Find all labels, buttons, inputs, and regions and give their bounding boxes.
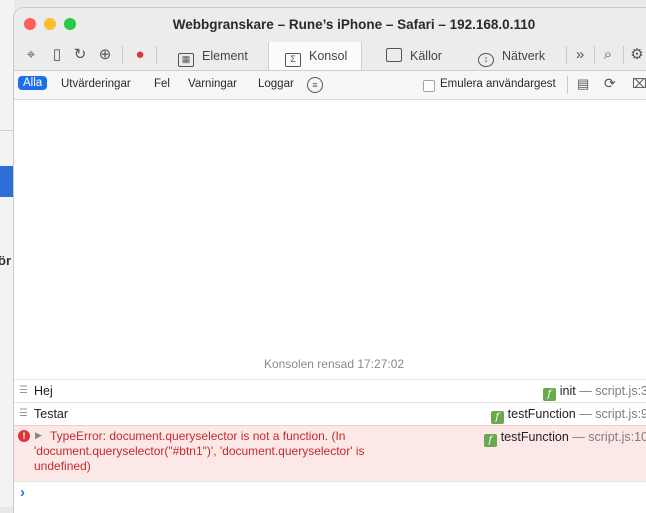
- toolbar-separator: [122, 46, 123, 64]
- console-cleared-message: Konsolen rensad 17:27:02: [263, 357, 405, 371]
- expand-arrow-icon[interactable]: ▶: [35, 430, 42, 441]
- console-prompt-row[interactable]: ›: [14, 481, 646, 513]
- source-location: script.js:10: [588, 430, 646, 444]
- console-message-source[interactable]: f init — script.js:3: [542, 384, 646, 401]
- function-icon: f: [542, 388, 556, 401]
- filter-evaluations[interactable]: Utvärderingar: [61, 78, 131, 90]
- toolbar-separator: [567, 76, 568, 94]
- console-output: Konsolen rensad 17:27:02 ☰ Hej f init — s…: [14, 100, 646, 513]
- source-separator: —: [579, 407, 592, 421]
- error-badge-icon[interactable]: ●: [131, 46, 149, 64]
- console-message-row[interactable]: ☰ Testar f testFunction — script.js:9: [14, 402, 646, 425]
- log-icon: ☰: [19, 385, 28, 396]
- background-selection: [0, 166, 14, 197]
- error-line-2: 'document.queryselector("#btn1")', 'docu…: [34, 444, 365, 458]
- tab-console-label: Konsol: [309, 49, 348, 63]
- source-function: testFunction: [507, 407, 576, 421]
- console-icon: Σ: [285, 53, 301, 67]
- window-title: Webbgranskare – Rune’s iPhone – Safari –…: [172, 17, 536, 32]
- tab-sources[interactable]: Källor: [372, 42, 462, 70]
- filter-options-icon[interactable]: ≡: [307, 77, 323, 93]
- error-line-1: TypeError: document.queryselector is not…: [50, 429, 346, 443]
- clear-console-icon[interactable]: ⌧: [632, 76, 646, 92]
- filter-errors[interactable]: Fel: [154, 78, 170, 90]
- web-inspector-window: Webbgranskare – Rune’s iPhone – Safari –…: [14, 8, 646, 513]
- tab-network[interactable]: ↕ Nätverk: [466, 42, 564, 70]
- inspector-toolbar: ⌖ ▯ ↻ ⊕ ● ▦ Element Σ Konsol Källor ↕ Nätve…: [14, 42, 646, 71]
- console-message-row[interactable]: ☰ Hej f init — script.js:3: [14, 379, 646, 402]
- console-message-source[interactable]: f testFunction — script.js:10: [483, 430, 646, 447]
- console-message-text: Testar: [34, 407, 69, 421]
- filter-logs[interactable]: Loggar: [258, 78, 294, 90]
- source-location: script.js:9: [595, 407, 646, 421]
- source-separator: —: [572, 430, 585, 444]
- download-icon[interactable]: ⊕: [96, 46, 114, 64]
- tab-element-label: Element: [202, 49, 248, 63]
- crosshair-icon[interactable]: ⌖: [22, 46, 40, 64]
- toolbar-separator: [623, 46, 624, 64]
- log-icon: ☰: [19, 408, 28, 419]
- toolbar-separator: [594, 46, 595, 64]
- console-message-source[interactable]: f testFunction — script.js:9: [490, 407, 646, 424]
- filter-all[interactable]: Alla: [18, 76, 48, 90]
- error-message: TypeError: document.queryselector is not…: [34, 429, 365, 474]
- network-icon: ↕: [478, 53, 494, 67]
- refresh-console-icon[interactable]: ⟳: [604, 75, 616, 92]
- tab-console[interactable]: Σ Konsol: [268, 42, 362, 70]
- background-divider: [0, 130, 14, 131]
- console-prompt-icon: ›: [20, 484, 25, 501]
- device-icon[interactable]: ▯: [48, 46, 66, 64]
- tab-sources-label: Källor: [410, 49, 442, 63]
- toolbar-separator: [156, 46, 157, 64]
- function-icon: f: [483, 434, 497, 447]
- background-window: ör: [0, 0, 14, 507]
- source-function: init: [559, 384, 576, 398]
- console-error-row[interactable]: ! ▶ TypeError: document.queryselector is…: [14, 425, 646, 482]
- title-bar[interactable]: Webbgranskare – Rune’s iPhone – Safari –…: [14, 8, 646, 42]
- source-separator: —: [579, 384, 592, 398]
- gear-icon[interactable]: ⚙: [628, 46, 646, 64]
- sources-icon: [386, 48, 402, 62]
- tab-network-label: Nätverk: [502, 49, 546, 63]
- console-message-text: Hej: [34, 384, 53, 398]
- toolbar-separator: [566, 46, 567, 64]
- more-tabs-icon[interactable]: »: [571, 46, 589, 64]
- emulate-gesture-label: Emulera användargest: [440, 78, 556, 90]
- search-icon[interactable]: ⌕: [599, 46, 617, 64]
- show-timestamps-icon[interactable]: ▤: [577, 76, 589, 92]
- source-function: testFunction: [500, 430, 569, 444]
- element-icon: ▦: [178, 53, 194, 67]
- function-icon: f: [490, 411, 504, 424]
- background-text: ör: [0, 253, 11, 268]
- error-line-3: undefined): [34, 459, 91, 473]
- source-location: script.js:3: [595, 384, 646, 398]
- error-icon: !: [18, 430, 30, 442]
- filter-warnings[interactable]: Varningar: [188, 78, 237, 90]
- tab-element[interactable]: ▦ Element: [162, 42, 258, 70]
- console-filter-bar: Alla Utvärderingar Fel Varningar Loggar …: [14, 71, 646, 100]
- reload-icon[interactable]: ↻: [71, 46, 89, 64]
- emulate-gesture-checkbox[interactable]: [423, 80, 435, 92]
